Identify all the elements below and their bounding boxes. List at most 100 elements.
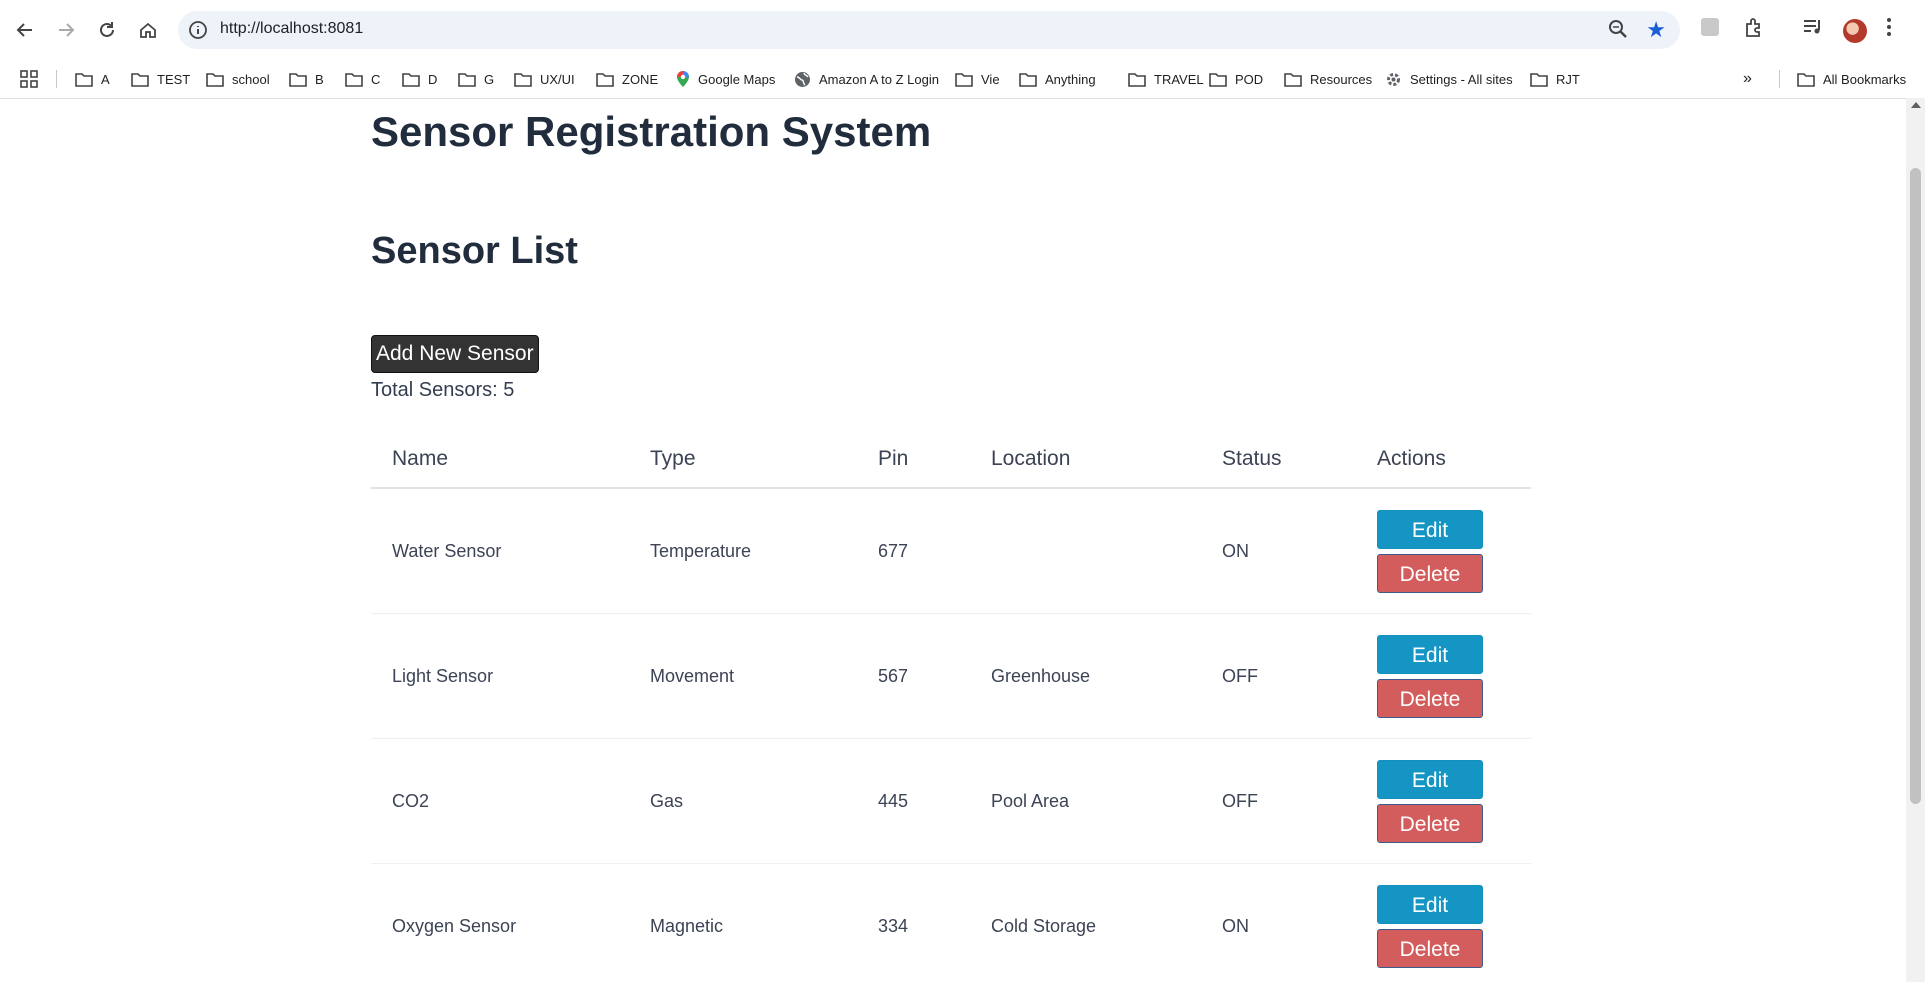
delete-button[interactable]: Delete xyxy=(1377,803,1483,843)
folder-icon xyxy=(206,72,232,87)
folder-icon xyxy=(75,72,101,87)
extensions-puzzle-icon[interactable] xyxy=(1743,17,1765,44)
cell-type: Magnetic xyxy=(629,863,857,982)
apps-grid-icon[interactable] xyxy=(20,60,46,98)
cell-pin: 334 xyxy=(857,863,970,982)
bookmarks-overflow-icon[interactable]: » xyxy=(1743,60,1752,98)
folder-icon xyxy=(1530,72,1556,87)
cell-status: ON xyxy=(1201,863,1356,982)
delete-button[interactable]: Delete xyxy=(1377,678,1483,718)
cell-location xyxy=(970,488,1201,614)
cell-name: Oxygen Sensor xyxy=(371,863,629,982)
folder-icon xyxy=(1209,72,1235,87)
header-pin: Pin xyxy=(857,431,970,489)
bookmark-label: C xyxy=(371,71,381,87)
bookmark-label: TEST xyxy=(157,71,191,87)
bookmark-google-maps[interactable]: Google Maps xyxy=(676,60,775,98)
extension-icon[interactable] xyxy=(1700,17,1720,42)
folder-icon xyxy=(1128,72,1154,87)
bookmark-ux-ui[interactable]: UX/UI xyxy=(514,60,575,98)
bookmark-label: ZONE xyxy=(622,71,659,87)
scroll-up-arrow-icon[interactable] xyxy=(1911,102,1921,108)
cell-actions: Edit Delete xyxy=(1356,738,1531,864)
row-actions: Edit Delete xyxy=(1377,509,1531,593)
bookmark-g[interactable]: G xyxy=(458,60,494,98)
page-content: Sensor Registration System Sensor List A… xyxy=(0,99,1906,982)
row-actions: Edit Delete xyxy=(1377,884,1531,968)
edit-button[interactable]: Edit xyxy=(1377,634,1483,674)
sensor-table: Name Type Pin Location Status Actions Wa… xyxy=(371,431,1531,982)
cell-pin: 567 xyxy=(857,613,970,739)
all-bookmarks-folder[interactable]: All Bookmarks xyxy=(1797,60,1906,98)
folder-icon xyxy=(289,72,315,87)
folder-icon xyxy=(596,72,622,87)
bookmark-rjt[interactable]: RJT xyxy=(1530,60,1580,98)
bookmark-amazon-a-to-z-login[interactable]: Amazon A to Z Login xyxy=(794,60,939,98)
bookmark-vie[interactable]: Vie xyxy=(955,60,1000,98)
cell-pin: 445 xyxy=(857,738,970,864)
cell-type: Movement xyxy=(629,613,857,739)
bookmark-anything[interactable]: Anything xyxy=(1019,60,1096,98)
cell-status: OFF xyxy=(1201,738,1356,864)
bookmark-label: TRAVEL xyxy=(1154,71,1204,87)
row-actions: Edit Delete xyxy=(1377,759,1531,843)
cell-actions: Edit Delete xyxy=(1356,863,1531,982)
folder-icon xyxy=(1284,72,1310,87)
profile-avatar[interactable] xyxy=(1843,19,1867,43)
bookmark-label: school xyxy=(232,71,270,87)
cell-location: Cold Storage xyxy=(970,863,1201,982)
cell-name: Water Sensor xyxy=(371,488,629,614)
cell-type: Gas xyxy=(629,738,857,864)
reload-icon[interactable] xyxy=(92,15,122,45)
cell-name: CO2 xyxy=(371,738,629,864)
bookmark-zone[interactable]: ZONE xyxy=(596,60,658,98)
bookmark-pod[interactable]: POD xyxy=(1209,60,1263,98)
folder-icon xyxy=(514,72,540,87)
bookmark-b[interactable]: B xyxy=(289,60,324,98)
cell-name: Light Sensor xyxy=(371,613,629,739)
edit-button[interactable]: Edit xyxy=(1377,509,1483,549)
cell-actions: Edit Delete xyxy=(1356,488,1531,614)
zoom-icon[interactable] xyxy=(1608,19,1628,44)
header-type: Type xyxy=(629,431,857,489)
home-icon[interactable] xyxy=(133,15,163,45)
cell-status: ON xyxy=(1201,488,1356,614)
edit-button[interactable]: Edit xyxy=(1377,884,1483,924)
bookmark-a[interactable]: A xyxy=(75,60,110,98)
delete-button[interactable]: Delete xyxy=(1377,553,1483,593)
scroll-thumb[interactable] xyxy=(1910,168,1921,804)
cell-actions: Edit Delete xyxy=(1356,613,1531,739)
bookmark-label: Amazon A to Z Login xyxy=(819,71,939,87)
bookmarks-bar: A TEST school B C D G UX/UI ZONE Google Maps Amazo… xyxy=(0,60,1925,99)
folder-icon xyxy=(402,72,428,87)
bookmark-settings-all-sites[interactable]: Settings - All sites xyxy=(1385,60,1513,98)
bookmark-label: UX/UI xyxy=(540,71,575,87)
forward-icon[interactable] xyxy=(51,15,81,45)
site-info-icon[interactable] xyxy=(188,20,208,45)
delete-button[interactable]: Delete xyxy=(1377,928,1483,968)
media-controls-icon[interactable] xyxy=(1802,17,1824,42)
page-scrollbar[interactable] xyxy=(1906,98,1925,982)
back-icon[interactable] xyxy=(10,15,40,45)
cell-location: Pool Area xyxy=(970,738,1201,864)
row-actions: Edit Delete xyxy=(1377,634,1531,718)
bookmark-travel[interactable]: TRAVEL xyxy=(1128,60,1204,98)
bookmark-star-icon[interactable]: ★ xyxy=(1646,17,1666,43)
bookmark-test[interactable]: TEST xyxy=(131,60,190,98)
address-bar[interactable]: http://localhost:8081 ★ xyxy=(178,11,1680,49)
bookmark-school[interactable]: school xyxy=(206,60,270,98)
table-row: Oxygen Sensor Magnetic 334 Cold Storage ON Ed… xyxy=(371,863,1531,982)
bookmark-resources[interactable]: Resources xyxy=(1284,60,1372,98)
bookmark-d[interactable]: D xyxy=(402,60,437,98)
bookmark-label: Vie xyxy=(981,71,1000,87)
add-new-sensor-button[interactable]: Add New Sensor xyxy=(371,335,539,373)
edit-button[interactable]: Edit xyxy=(1377,759,1483,799)
cell-location: Greenhouse xyxy=(970,613,1201,739)
bookmarks-separator xyxy=(1779,70,1780,88)
bookmark-c[interactable]: C xyxy=(345,60,380,98)
bookmark-label: Google Maps xyxy=(698,71,776,87)
header-name: Name xyxy=(371,431,629,489)
more-menu-icon[interactable] xyxy=(1886,17,1892,42)
header-actions: Actions xyxy=(1356,431,1531,489)
folder-icon xyxy=(458,72,484,87)
